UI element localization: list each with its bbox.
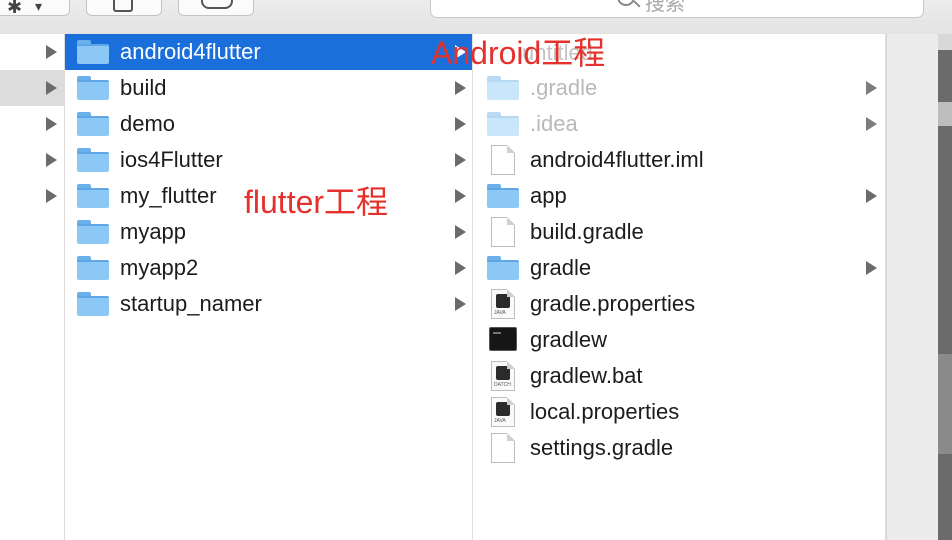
parent-row-highlighted[interactable] [0,70,64,106]
chevron-right-icon [866,117,877,131]
search-icon [617,0,635,6]
item-label: myapp [120,219,187,244]
parent-row[interactable] [0,178,64,214]
window-background [886,34,939,540]
chevron-right-icon [866,261,877,275]
chevron-right-icon [455,117,466,131]
folder-icon [77,256,109,280]
folder-icon [77,40,109,64]
finder-toolbar: ✱ ▾ 搜索 [0,0,952,35]
list-item-demo[interactable]: demo [65,106,472,142]
chevron-right-icon [455,81,466,95]
list-item-local-properties[interactable]: JAVA local.properties [473,394,885,430]
chevron-right-icon [46,189,57,203]
item-label: gradlew.bat [530,363,643,388]
document-icon [491,217,515,247]
chevron-right-icon [455,189,466,203]
folder-icon [77,148,109,172]
list-item-gradlew[interactable]: gradlew [473,322,885,358]
list-item-android4flutter[interactable]: android4flutter [65,34,472,70]
document-icon [491,145,515,175]
list-item-settings-gradle[interactable]: settings.gradle [473,430,885,466]
item-label: myapp2 [120,255,199,280]
folder-icon [487,76,519,100]
folder-icon [487,184,519,208]
list-item-build-gradle[interactable]: build.gradle [473,214,885,250]
share-icon [113,0,133,12]
item-label: settings.gradle [530,435,674,460]
parent-row[interactable] [0,142,64,178]
item-label: gradle [530,255,592,280]
chevron-right-icon [455,297,466,311]
item-label: build [120,75,167,100]
item-label: android4flutter.iml [530,147,704,172]
item-label: android4flutter [120,39,261,64]
parent-row[interactable] [0,34,64,70]
chevron-right-icon [46,153,57,167]
tags-button[interactable] [178,0,254,16]
chevron-right-icon [455,261,466,275]
folder-icon [487,112,519,136]
item-label: ios4Flutter [120,147,223,172]
list-item-build[interactable]: build [65,70,472,106]
folder-icon [77,292,109,316]
list-item-startup-namer[interactable]: startup_namer [65,286,472,322]
item-label: build.gradle [530,219,644,244]
list-item-ios4flutter[interactable]: ios4Flutter [65,142,472,178]
flutter-project-annotation: flutter工程 [244,184,389,220]
gear-icon: ✱ [7,0,23,17]
list-item-myapp2[interactable]: myapp2 [65,250,472,286]
folder-icon [487,256,519,280]
parent-column [0,34,65,540]
batch-file-icon: DATCH [491,361,515,391]
item-label: gradle.properties [530,291,696,316]
list-item-dot-idea[interactable]: .idea [473,106,885,142]
list-item-dot-gradle[interactable]: .gradle [473,70,885,106]
chevron-right-icon [46,117,57,131]
search-input[interactable]: 搜索 [430,0,924,18]
chevron-right-icon [866,189,877,203]
share-button[interactable] [86,0,162,16]
item-label: .gradle [530,75,598,100]
item-label: gradlew [530,327,608,352]
chevron-right-icon [46,81,57,95]
contents-column: .gradle .idea android4flutter.iml app bu… [473,34,886,540]
chevron-right-icon [455,153,466,167]
android-project-annotation: Android工程 [431,35,606,71]
list-item-iml[interactable]: android4flutter.iml [473,142,885,178]
folder-icon [77,184,109,208]
action-menu-button[interactable]: ✱ ▾ [0,0,70,17]
item-label: my_flutter [120,183,217,208]
background-window-edge [938,34,952,540]
list-item-gradle[interactable]: gradle [473,250,885,286]
terminal-icon [489,327,517,351]
folder-icon [77,112,109,136]
tag-icon [201,0,233,9]
chevron-right-icon [46,45,57,59]
chevron-right-icon [866,81,877,95]
item-label: .idea [530,111,578,136]
chevron-right-icon [455,225,466,239]
java-file-icon: JAVA [491,397,515,427]
list-item-app[interactable]: app [473,178,885,214]
item-label: app [530,183,567,208]
projects-column: android4flutter build demo ios4Flutter m… [65,34,473,540]
list-item-gradle-properties[interactable]: JAVA gradle.properties [473,286,885,322]
java-file-icon: JAVA [491,289,515,319]
list-item-gradlew-bat[interactable]: DATCH gradlew.bat [473,358,885,394]
chevron-down-icon: ▾ [35,0,43,14]
document-icon [491,433,515,463]
search-placeholder: 搜索 [645,0,685,15]
folder-icon [77,220,109,244]
folder-icon [77,76,109,100]
parent-row[interactable] [0,106,64,142]
item-label: local.properties [530,399,680,424]
item-label: demo [120,111,176,136]
item-label: startup_namer [120,291,262,316]
